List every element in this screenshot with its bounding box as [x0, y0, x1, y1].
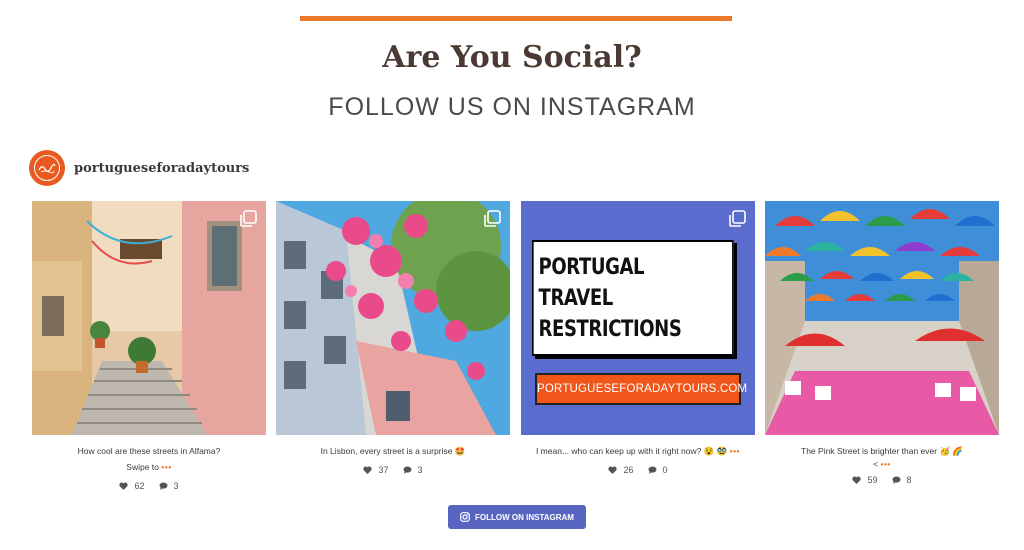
more-icon[interactable]: ••• — [730, 446, 740, 456]
caption-text: How cool are these streets in Alfama? — [77, 446, 221, 456]
post-image[interactable] — [276, 201, 510, 435]
follow-button-label: FOLLOW ON INSTAGRAM — [475, 512, 574, 522]
instagram-post[interactable]: The Pink Street is brighter than ever 🥳 … — [765, 201, 999, 485]
caption-text: I mean... who can keep up with it right … — [535, 446, 741, 456]
comment-icon — [892, 476, 900, 484]
heart-icon — [608, 466, 618, 474]
profile-username[interactable]: portugueseforadaytours — [74, 161, 249, 176]
top-accent-bar — [300, 16, 732, 21]
post-caption: In Lisbon, every street is a surprise 🤩 — [276, 443, 510, 459]
graphic-title-line: TRAVEL — [538, 286, 614, 311]
likes-stat: 62 — [119, 481, 145, 491]
post-caption: The Pink Street is brighter than ever 🥳 … — [765, 443, 999, 469]
heart-icon — [852, 476, 862, 484]
follow-on-instagram-button[interactable]: FOLLOW ON INSTAGRAM — [448, 505, 586, 529]
more-icon[interactable]: ••• — [880, 459, 890, 469]
caption-text: In Lisbon, every street is a surprise 🤩 — [320, 446, 466, 456]
section-subheading: FOLLOW US ON INSTAGRAM — [328, 93, 696, 121]
graphic-title-line: PORTUGAL — [538, 255, 645, 280]
comments-stat: 0 — [648, 465, 668, 475]
likes-stat: 26 — [608, 465, 634, 475]
instagram-post[interactable]: How cool are these streets in Alfama? Sw… — [32, 201, 266, 491]
comments-count: 3 — [417, 465, 423, 475]
post-graphic-url: PORTUGUESEFORADAYTOURS.COM — [535, 373, 747, 405]
section-heading: Are You Social? — [382, 40, 642, 75]
likes-count: 26 — [623, 465, 634, 475]
carousel-icon — [729, 210, 746, 227]
comment-icon — [648, 466, 656, 474]
post-graphic-title-card: PORTUGAL TRAVEL RESTRICTIONS — [532, 240, 737, 359]
post-stats: 26 0 — [521, 465, 755, 475]
post-image[interactable] — [32, 201, 266, 435]
comments-stat: 8 — [892, 475, 912, 485]
post-caption: I mean... who can keep up with it right … — [521, 443, 755, 459]
comments-count: 0 — [662, 465, 668, 475]
comment-icon — [403, 466, 411, 474]
comment-icon — [159, 482, 167, 490]
likes-count: 37 — [378, 465, 389, 475]
heart-icon — [119, 482, 129, 490]
logo-script-icon — [38, 163, 56, 174]
carousel-icon — [240, 210, 257, 227]
avatar-logo — [34, 155, 60, 181]
instagram-post[interactable]: PORTUGAL TRAVEL RESTRICTIONS PORTUGUESEF… — [521, 201, 755, 475]
comments-stat: 3 — [403, 465, 423, 475]
instagram-post[interactable]: In Lisbon, every street is a surprise 🤩 … — [276, 201, 510, 475]
comments-count: 3 — [173, 481, 179, 491]
instagram-profile[interactable]: portugueseforadaytours — [29, 150, 249, 186]
likes-stat: 59 — [852, 475, 878, 485]
carousel-icon — [484, 210, 501, 227]
comments-count: 8 — [906, 475, 912, 485]
caption-text: The Pink Street is brighter than ever 🥳 … — [801, 446, 963, 456]
likes-count: 62 — [134, 481, 145, 491]
caption-text-second: < ••• — [873, 459, 891, 469]
likes-count: 59 — [867, 475, 878, 485]
comments-stat: 3 — [159, 481, 179, 491]
post-stats: 37 3 — [276, 465, 510, 475]
graphic-title-line: RESTRICTIONS — [538, 317, 682, 342]
post-caption: How cool are these streets in Alfama? Sw… — [32, 443, 266, 475]
likes-stat: 37 — [363, 465, 389, 475]
avatar[interactable] — [29, 150, 65, 186]
post-stats: 62 3 — [32, 481, 266, 491]
post-image[interactable]: PORTUGAL TRAVEL RESTRICTIONS PORTUGUESEF… — [521, 201, 755, 435]
more-icon[interactable]: ••• — [161, 462, 171, 472]
instagram-icon — [460, 512, 470, 522]
caption-text-second: Swipe to ••• — [126, 462, 172, 472]
post-image[interactable] — [765, 201, 999, 435]
heart-icon — [363, 466, 373, 474]
post-stats: 59 8 — [765, 475, 999, 485]
